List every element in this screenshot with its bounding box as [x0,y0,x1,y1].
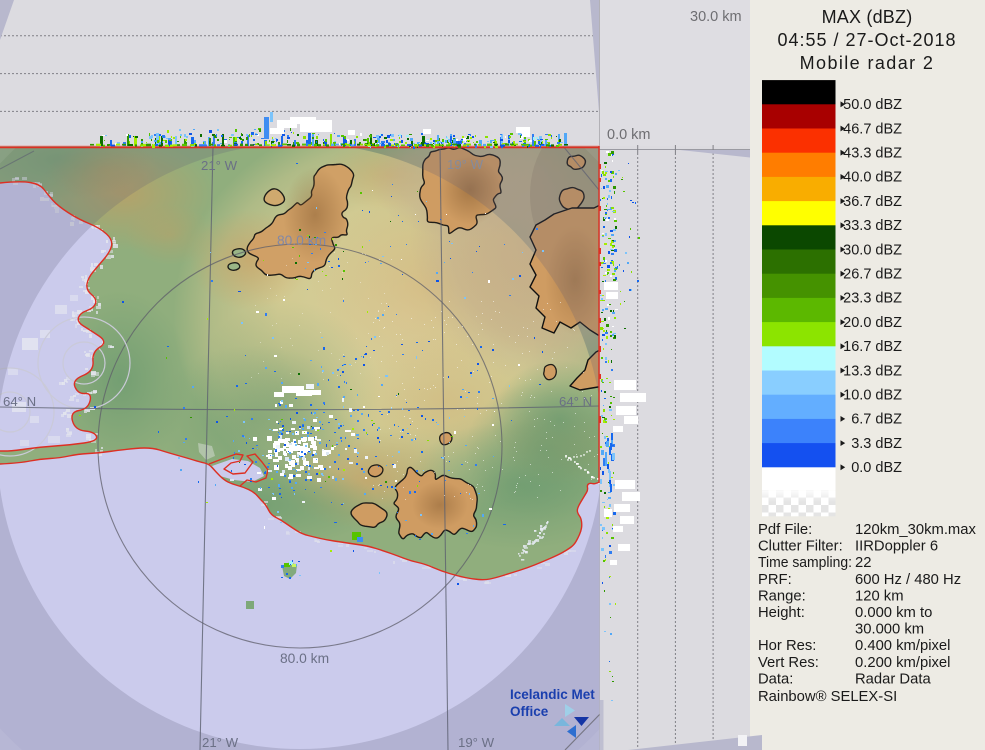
svg-text:64° N: 64° N [559,394,592,409]
svg-text:PRF:: PRF: [758,572,792,588]
svg-text:600 Hz / 480 Hz: 600 Hz / 480 Hz [855,572,961,588]
svg-text:0.000 km to: 0.000 km to [855,605,932,621]
svg-text:04:55 / 27-Oct-2018: 04:55 / 27-Oct-2018 [777,30,956,50]
svg-text:36.7 dBZ: 36.7 dBZ [843,194,902,210]
svg-text:19° W: 19° W [458,735,495,750]
svg-text:Clutter Filter:: Clutter Filter: [758,539,843,555]
svg-text:MAX (dBZ): MAX (dBZ) [822,7,913,27]
svg-text:30.0 km: 30.0 km [690,9,742,25]
svg-text:40.0 dBZ: 40.0 dBZ [843,170,902,186]
svg-text:80.0 km: 80.0 km [277,233,326,248]
svg-text:0.400 km/pixel: 0.400 km/pixel [855,638,950,654]
svg-text:Radar Data: Radar Data [855,671,931,687]
svg-text:21° W: 21° W [201,158,238,173]
svg-text:43.3 dBZ: 43.3 dBZ [843,146,902,162]
svg-text:0.200 km/pixel: 0.200 km/pixel [855,655,950,671]
svg-text:6.7 dBZ: 6.7 dBZ [851,412,902,428]
svg-text:80.0 km: 80.0 km [280,651,329,666]
svg-text:10.0 dBZ: 10.0 dBZ [843,388,902,404]
svg-text:Office: Office [510,704,549,719]
svg-text:Hor Res:: Hor Res: [758,638,816,654]
svg-text:Height:: Height: [758,605,805,621]
svg-text:Icelandic Met: Icelandic Met [510,687,595,702]
svg-text:Rainbow® SELEX-SI: Rainbow® SELEX-SI [758,689,897,705]
svg-text:Mobile radar 2: Mobile radar 2 [800,53,935,73]
svg-text:50.0 dBZ: 50.0 dBZ [843,97,902,113]
svg-text:3.3 dBZ: 3.3 dBZ [851,436,902,452]
svg-text:23.3 dBZ: 23.3 dBZ [843,291,902,307]
svg-text:120km_30km.max: 120km_30km.max [855,522,976,538]
svg-text:Data:: Data: [758,671,793,687]
svg-text:0.0 dBZ: 0.0 dBZ [851,460,902,476]
svg-text:Vert Res:: Vert Res: [758,655,819,671]
svg-text:30.000 km: 30.000 km [855,622,924,638]
svg-text:21° W: 21° W [202,735,239,750]
svg-text:64° N: 64° N [3,394,36,409]
svg-text:Range:: Range: [758,588,806,604]
svg-text:0.0 km: 0.0 km [607,127,651,143]
svg-text:19° W: 19° W [447,157,484,172]
svg-text:46.7 dBZ: 46.7 dBZ [843,121,902,137]
svg-text:IIRDoppler 6: IIRDoppler 6 [855,539,938,555]
svg-text:33.3 dBZ: 33.3 dBZ [843,218,902,234]
svg-text:Pdf File:: Pdf File: [758,522,812,538]
svg-text:120 km: 120 km [855,588,904,604]
svg-text:16.7 dBZ: 16.7 dBZ [843,339,902,355]
svg-text:20.0 dBZ: 20.0 dBZ [843,315,902,331]
svg-text:30.0 dBZ: 30.0 dBZ [843,242,902,258]
svg-text:Time sampling:: Time sampling: [758,555,852,571]
svg-text:13.3 dBZ: 13.3 dBZ [843,363,902,379]
svg-text:22: 22 [855,555,871,571]
svg-text:26.7 dBZ: 26.7 dBZ [843,267,902,283]
